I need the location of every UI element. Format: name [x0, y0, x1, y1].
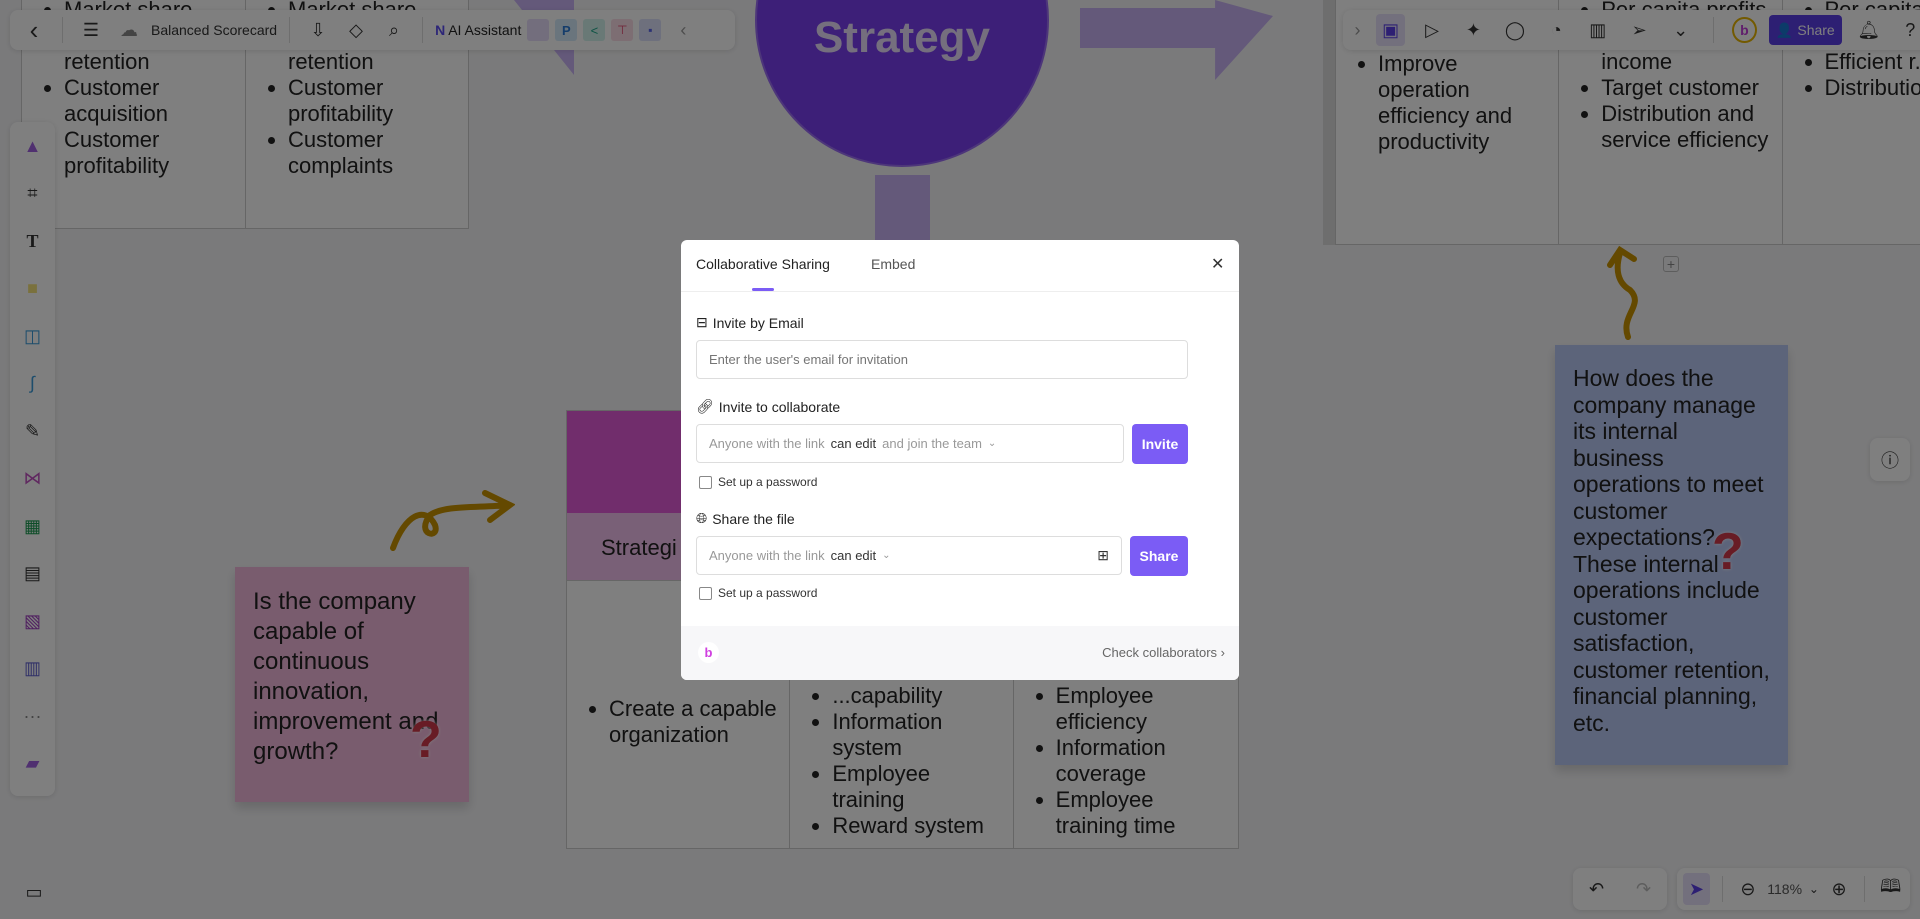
- share-file-button[interactable]: Share: [1130, 536, 1188, 576]
- email-input[interactable]: [696, 340, 1188, 379]
- link-icon: 🔗︎: [696, 398, 714, 414]
- tab-divider: [681, 291, 1239, 292]
- check-collaborators-link[interactable]: Check collaborators ›: [1102, 645, 1225, 660]
- chevron-down-icon: ⌄: [882, 550, 891, 561]
- invite-by-email-label: ⊟ Invite by Email: [696, 314, 804, 331]
- globe-icon: 🌐︎: [696, 510, 708, 526]
- email-icon: ⊟: [696, 314, 708, 330]
- share-the-file-label: 🌐︎ Share the file: [696, 510, 795, 527]
- dialog-footer: b Check collaborators ›: [681, 626, 1239, 680]
- collab-password-checkbox[interactable]: Set up a password: [699, 475, 817, 489]
- collaborative-sharing-dialog: Collaborative Sharing Embed ✕ ⊟ Invite by…: [681, 240, 1239, 680]
- tab-collaborative-sharing[interactable]: Collaborative Sharing: [696, 256, 830, 272]
- boardmix-logo-icon: b: [698, 642, 719, 663]
- share-password-checkbox[interactable]: Set up a password: [699, 586, 817, 600]
- invite-to-collaborate-label: 🔗︎ Invite to collaborate: [696, 398, 841, 415]
- invite-button[interactable]: Invite: [1132, 424, 1188, 464]
- chevron-down-icon: ⌄: [987, 438, 997, 449]
- tab-embed[interactable]: Embed: [871, 256, 915, 272]
- collab-permission-select[interactable]: Anyone with the link can edit and join the…: [696, 424, 1124, 463]
- qr-code-icon[interactable]: ⊞: [1097, 547, 1109, 564]
- share-permission-select[interactable]: Anyone with the link can edit ⌄ ⊞: [696, 536, 1122, 575]
- close-button[interactable]: ✕: [1211, 254, 1224, 274]
